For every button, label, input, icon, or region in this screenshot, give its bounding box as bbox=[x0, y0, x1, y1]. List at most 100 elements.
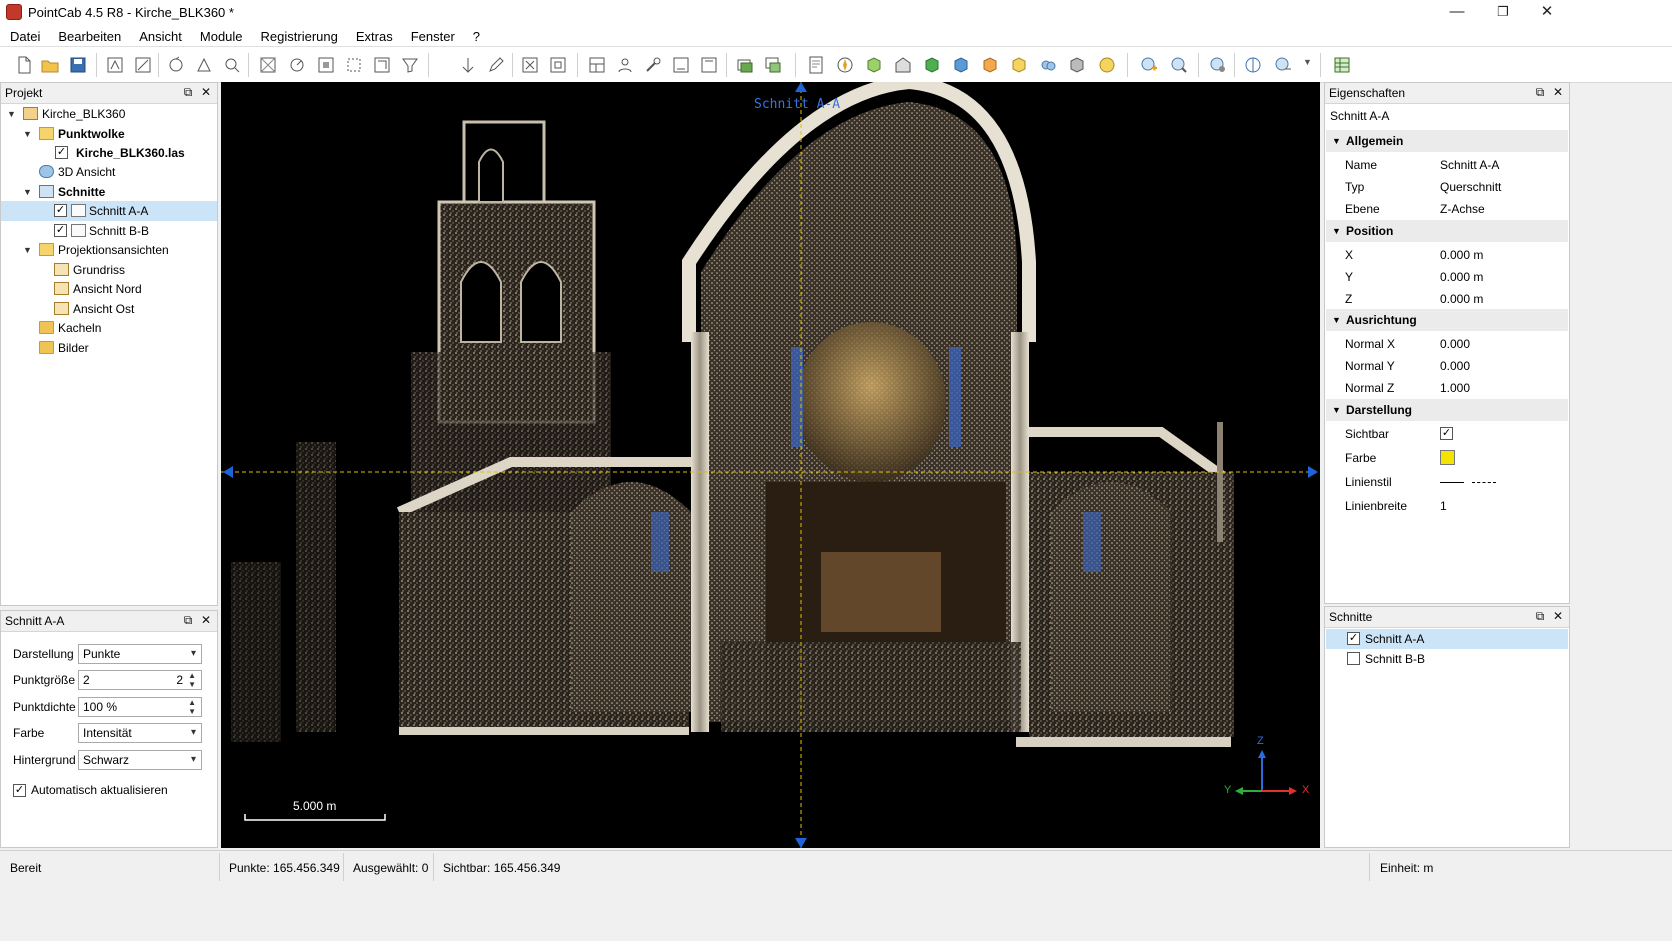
tree-item-3d-ansicht[interactable]: 3D Ansicht bbox=[1, 162, 217, 182]
globe-settings-icon[interactable] bbox=[1208, 55, 1228, 75]
close-panel-icon[interactable]: ✕ bbox=[1551, 85, 1565, 99]
prop-row-sichtbar[interactable]: Sichtbar ✓ bbox=[1326, 423, 1568, 445]
layers-icon[interactable] bbox=[735, 55, 755, 75]
pan-icon[interactable] bbox=[194, 55, 214, 75]
cube-orange-icon[interactable] bbox=[980, 55, 1000, 75]
prop-row[interactable]: Ebene Z-Achse bbox=[1326, 198, 1568, 220]
tree-item-punktwolke[interactable]: ▼ Punktwolke bbox=[1, 124, 217, 144]
point-cloud-viewport[interactable]: Schnitt A-A 5.000 m Z Y X bbox=[221, 82, 1320, 848]
tree-item-schnitte[interactable]: ▼ Schnitte bbox=[1, 182, 217, 202]
section-handle-bottom[interactable] bbox=[795, 838, 807, 848]
compass-icon[interactable] bbox=[835, 55, 855, 75]
tree-item-root[interactable]: ▼ Kirche_BLK360 bbox=[1, 104, 217, 124]
view-top-icon[interactable] bbox=[258, 55, 278, 75]
cube-green-icon[interactable] bbox=[922, 55, 942, 75]
section-list-item-a[interactable]: ✓ Schnitt A-A bbox=[1326, 629, 1568, 649]
punktgroesse-spinbox[interactable]: 2 2 ▲ ▼ bbox=[78, 670, 202, 690]
measure-icon[interactable] bbox=[287, 55, 307, 75]
float-panel-icon[interactable]: ⧉ bbox=[181, 613, 195, 627]
punktdichte-spinbox[interactable]: 100 % ▲ ▼ bbox=[78, 697, 202, 717]
category-darstellung[interactable]: ▼ Darstellung bbox=[1326, 399, 1568, 421]
menu-help[interactable]: ? bbox=[463, 26, 488, 47]
section-edit-icon[interactable] bbox=[133, 55, 153, 75]
rotate-icon[interactable] bbox=[166, 55, 186, 75]
color-swatch[interactable] bbox=[1440, 450, 1455, 465]
package-icon[interactable] bbox=[1067, 55, 1087, 75]
checkbox-checked-icon[interactable]: ✓ bbox=[55, 146, 68, 159]
auto-update-checkbox[interactable]: ✓ bbox=[13, 784, 26, 797]
tree-item-schnitt-b[interactable]: ✓ Schnitt B-B bbox=[1, 221, 217, 241]
export-icon[interactable] bbox=[520, 55, 540, 75]
checkbox-unchecked-icon[interactable] bbox=[1347, 652, 1360, 665]
mesh-icon[interactable] bbox=[1097, 55, 1117, 75]
spin-arrows-icon[interactable]: ▲ ▼ bbox=[188, 671, 196, 689]
close-panel-icon[interactable]: ✕ bbox=[199, 613, 213, 627]
chevron-down-icon[interactable]: ▼ bbox=[7, 110, 16, 119]
tree-item-schnitt-a[interactable]: ✓ Schnitt A-A bbox=[1, 201, 217, 221]
layout-icon[interactable] bbox=[587, 55, 607, 75]
section-handle-left[interactable] bbox=[223, 466, 233, 478]
spin-arrows-icon[interactable]: ▲ ▼ bbox=[188, 698, 196, 716]
prop-row[interactable]: Normal X 0.000 bbox=[1326, 333, 1568, 355]
farbe-select[interactable]: Intensität ▾ bbox=[78, 723, 202, 743]
darstellung-select[interactable]: Punkte ▾ bbox=[78, 644, 202, 664]
section-handle-top[interactable] bbox=[795, 82, 807, 92]
minimize-button[interactable]: — bbox=[1434, 0, 1480, 26]
filter-icon[interactable] bbox=[400, 55, 420, 75]
tree-item-bilder[interactable]: Bilder bbox=[1, 338, 217, 358]
category-ausrichtung[interactable]: ▼ Ausrichtung bbox=[1326, 309, 1568, 331]
pen-icon[interactable] bbox=[486, 55, 506, 75]
tree-item-ansicht-nord[interactable]: Ansicht Nord bbox=[1, 279, 217, 299]
chevron-down-icon[interactable]: ▼ bbox=[23, 130, 32, 139]
spreadsheet-icon[interactable] bbox=[1332, 55, 1352, 75]
menu-registrierung[interactable]: Registrierung bbox=[251, 26, 346, 47]
save-icon[interactable] bbox=[68, 55, 88, 75]
open-folder-icon[interactable] bbox=[40, 55, 60, 75]
chevron-down-icon[interactable]: ▼ bbox=[23, 188, 32, 197]
wrench-icon[interactable] bbox=[643, 55, 663, 75]
menu-module[interactable]: Module bbox=[190, 26, 251, 47]
maximize-button[interactable]: ❐ bbox=[1480, 0, 1526, 26]
view-cube-icon[interactable] bbox=[1243, 55, 1263, 75]
section-tool-icon[interactable] bbox=[105, 55, 125, 75]
prop-row[interactable]: Z 0.000 m bbox=[1326, 288, 1568, 310]
new-file-icon[interactable] bbox=[14, 55, 34, 75]
tree-item-ansicht-ost[interactable]: Ansicht Ost bbox=[1, 299, 217, 319]
box-green-icon[interactable] bbox=[864, 55, 884, 75]
tree-item-kacheln[interactable]: Kacheln bbox=[1, 318, 217, 338]
menu-ansicht[interactable]: Ansicht bbox=[129, 26, 190, 47]
frame-alt-icon[interactable] bbox=[699, 55, 719, 75]
building-icon[interactable] bbox=[893, 55, 913, 75]
cube-yellow-icon[interactable] bbox=[1009, 55, 1029, 75]
globe-options-icon[interactable] bbox=[1273, 55, 1293, 75]
close-button[interactable]: ✕ bbox=[1524, 0, 1570, 26]
section-handle-right[interactable] bbox=[1308, 466, 1318, 478]
cloud-icon[interactable] bbox=[1038, 55, 1058, 75]
float-panel-icon[interactable]: ⧉ bbox=[1533, 609, 1547, 623]
menu-datei[interactable]: Datei bbox=[0, 26, 48, 47]
zoom-icon[interactable] bbox=[222, 55, 242, 75]
chevron-down-icon[interactable]: ▼ bbox=[23, 246, 32, 255]
category-allgemein[interactable]: ▼ Allgemein bbox=[1326, 130, 1568, 152]
sichtbar-checkbox[interactable]: ✓ bbox=[1440, 427, 1453, 440]
fit-view-icon[interactable] bbox=[316, 55, 336, 75]
checkbox-checked-icon[interactable]: ✓ bbox=[54, 204, 67, 217]
cube-blue-icon[interactable] bbox=[951, 55, 971, 75]
crop-icon[interactable] bbox=[372, 55, 392, 75]
prop-row[interactable]: Typ Querschnitt bbox=[1326, 176, 1568, 198]
globe-add-icon[interactable] bbox=[1139, 55, 1159, 75]
select-points-icon[interactable] bbox=[344, 55, 364, 75]
tree-item-grundriss[interactable]: Grundriss bbox=[1, 260, 217, 280]
chevron-down-icon[interactable]: ▼ bbox=[1303, 57, 1312, 67]
close-panel-icon[interactable]: ✕ bbox=[199, 85, 213, 99]
prop-row-linienbreite[interactable]: Linienbreite 1 bbox=[1326, 495, 1568, 517]
prop-row[interactable]: Y 0.000 m bbox=[1326, 266, 1568, 288]
prop-row-farbe[interactable]: Farbe bbox=[1326, 447, 1568, 469]
prop-row[interactable]: Normal Y 0.000 bbox=[1326, 355, 1568, 377]
globe-search-icon[interactable] bbox=[1169, 55, 1189, 75]
section-list-item-b[interactable]: Schnitt B-B bbox=[1326, 649, 1568, 669]
prop-row[interactable]: X 0.000 m bbox=[1326, 244, 1568, 266]
checkbox-checked-icon[interactable]: ✓ bbox=[54, 224, 67, 237]
user-icon[interactable] bbox=[615, 55, 635, 75]
prop-row[interactable]: Normal Z 1.000 bbox=[1326, 377, 1568, 399]
